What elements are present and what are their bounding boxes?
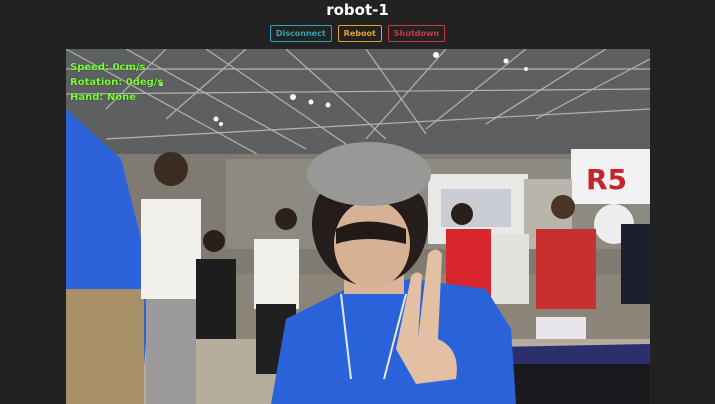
- robot-controls: Disconnect Reboot Shutdown: [0, 25, 715, 42]
- camera-feed: R5 Speed: 0cm/s Rotation: 0deg/s Hand: N…: [66, 49, 650, 404]
- reboot-button[interactable]: Reboot: [337, 25, 382, 42]
- shutdown-button[interactable]: Shutdown: [387, 25, 446, 42]
- page-title: robot-1: [326, 1, 389, 19]
- speed-readout: Speed: 0cm/s: [70, 62, 146, 73]
- hand-readout: Hand: None: [70, 92, 137, 103]
- disconnect-button[interactable]: Disconnect: [269, 25, 332, 42]
- booth-sign-text: R5: [586, 163, 627, 196]
- telemetry-overlay: Speed: 0cm/s Rotation: 0deg/s Hand: None: [70, 60, 163, 105]
- rotation-readout: Rotation: 0deg/s: [70, 77, 164, 88]
